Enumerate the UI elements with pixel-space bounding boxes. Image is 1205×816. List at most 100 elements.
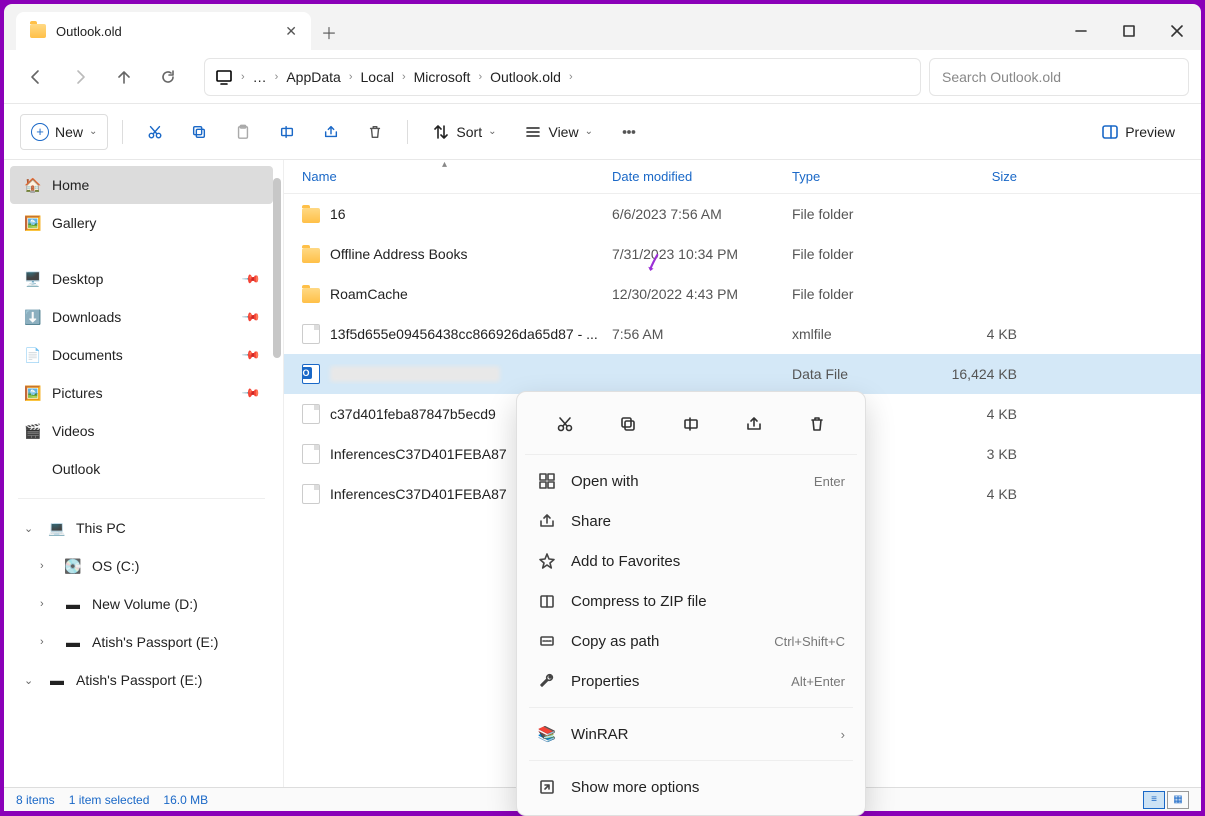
copy-button[interactable] <box>181 114 217 150</box>
sort-button[interactable]: Sort ⌄ <box>422 114 506 150</box>
sidebar-videos[interactable]: 🎬 Videos <box>10 412 273 450</box>
file-row[interactable]: 166/6/2023 7:56 AMFile folder <box>284 194 1201 234</box>
file-row[interactable]: RoamCache12/30/2022 4:43 PMFile folder <box>284 274 1201 314</box>
chevron-down-icon: ⌄ <box>585 126 593 137</box>
sidebar-pictures[interactable]: 🖼️ Pictures 📌 <box>10 374 273 412</box>
sidebar-os-c[interactable]: › 💽 OS (C:) <box>10 547 273 585</box>
sidebar-downloads[interactable]: ⬇️ Downloads 📌 <box>10 298 273 336</box>
ctx-more-options[interactable]: Show more options <box>525 767 857 807</box>
copy-path-icon <box>537 632 557 650</box>
close-icon[interactable]: ✕ <box>285 23 297 40</box>
col-size[interactable]: Size <box>937 169 1027 184</box>
breadcrumb-microsoft[interactable]: Microsoft <box>414 69 471 85</box>
up-button[interactable] <box>104 59 144 95</box>
videos-icon: 🎬 <box>24 422 42 440</box>
breadcrumb-more[interactable]: … <box>253 69 267 85</box>
search-input[interactable]: Search Outlook.old <box>929 58 1189 96</box>
details-view-button[interactable]: ≡ <box>1143 791 1165 809</box>
back-button[interactable] <box>16 59 56 95</box>
sidebar-atish-e-2[interactable]: ⌄ ▬ Atish's Passport (E:) <box>10 661 273 699</box>
chevron-right-icon: › <box>40 636 54 648</box>
desktop-icon: 🖥️ <box>24 270 42 288</box>
file-name: InferencesC37D401FEBA87 <box>330 486 507 502</box>
new-button[interactable]: + New ⌄ <box>20 114 108 150</box>
view-button[interactable]: View ⌄ <box>514 114 602 150</box>
breadcrumb-local[interactable]: Local <box>361 69 394 85</box>
close-window-button[interactable] <box>1153 12 1201 50</box>
folder-icon <box>30 24 46 38</box>
pin-icon: 📌 <box>241 269 261 289</box>
ctx-share-button[interactable] <box>734 406 774 442</box>
sidebar-thispc[interactable]: ⌄ 💻 This PC <box>10 509 273 547</box>
ctx-open-with[interactable]: Open with Enter <box>525 461 857 501</box>
ctx-rename-button[interactable] <box>671 406 711 442</box>
col-type[interactable]: Type <box>792 169 937 184</box>
sidebar-desktop[interactable]: 🖥️ Desktop 📌 <box>10 260 273 298</box>
status-items: 8 items <box>16 793 55 807</box>
ctx-properties[interactable]: Properties Alt+Enter <box>525 661 857 701</box>
context-menu: Open with Enter Share Add to Favorites C… <box>516 391 866 816</box>
icons-view-button[interactable]: ▦ <box>1167 791 1189 809</box>
sidebar-outlook[interactable]: Outlook <box>10 450 273 488</box>
ctx-cut-button[interactable] <box>545 406 585 442</box>
file-name: RoamCache <box>330 286 408 302</box>
file-date: 7/31/2023 10:34 PM <box>612 246 792 262</box>
scrollbar-thumb[interactable] <box>273 178 281 358</box>
sidebar-gallery[interactable]: 🖼️ Gallery <box>10 204 273 242</box>
delete-button[interactable] <box>357 114 393 150</box>
refresh-button[interactable] <box>148 59 188 95</box>
address-bar[interactable]: › … › AppData › Local › Microsoft › Outl… <box>204 58 921 96</box>
wrench-icon <box>537 672 557 690</box>
file-name: InferencesC37D401FEBA87 <box>330 446 507 462</box>
drive-icon: ▬ <box>48 671 66 689</box>
forward-button[interactable] <box>60 59 100 95</box>
plus-icon: + <box>31 123 49 141</box>
sidebar-documents[interactable]: 📄 Documents 📌 <box>10 336 273 374</box>
new-tab-button[interactable]: ＋ <box>311 14 347 50</box>
view-icon <box>524 123 542 141</box>
more-button[interactable] <box>611 114 647 150</box>
file-row[interactable]: Offline Address Books7/31/2023 10:34 PMF… <box>284 234 1201 274</box>
sidebar-home[interactable]: 🏠 Home <box>10 166 273 204</box>
tab-outlook-old[interactable]: Outlook.old ✕ <box>16 12 311 50</box>
file-row[interactable]: 13f5d655e09456438cc866926da65d87 - ...7:… <box>284 314 1201 354</box>
ctx-winrar[interactable]: 📚 WinRAR › <box>525 714 857 754</box>
ctx-copy-path[interactable]: Copy as path Ctrl+Shift+C <box>525 621 857 661</box>
rename-button[interactable] <box>269 114 305 150</box>
breadcrumb-outlook-old[interactable]: Outlook.old <box>490 69 561 85</box>
ctx-delete-button[interactable] <box>797 406 837 442</box>
share-icon <box>537 512 557 530</box>
file-date: 7:56 AM <box>612 326 792 342</box>
window-controls <box>1057 12 1201 50</box>
share-button[interactable] <box>313 114 349 150</box>
sort-icon <box>432 123 450 141</box>
col-date[interactable]: Date modified <box>612 169 792 184</box>
col-name[interactable]: Name <box>302 169 612 184</box>
file-date: 6/6/2023 7:56 AM <box>612 206 792 222</box>
star-icon <box>537 552 557 570</box>
ctx-share[interactable]: Share <box>525 501 857 541</box>
ctx-zip[interactable]: Compress to ZIP file <box>525 581 857 621</box>
tab-title: Outlook.old <box>56 24 275 39</box>
status-size: 16.0 MB <box>163 793 208 807</box>
gallery-icon: 🖼️ <box>24 214 42 232</box>
file-size: 4 KB <box>937 406 1027 422</box>
sidebar-newvol-d[interactable]: › ▬ New Volume (D:) <box>10 585 273 623</box>
zip-icon <box>537 592 557 610</box>
file-row[interactable]: Data File16,424 KB <box>284 354 1201 394</box>
breadcrumb-appdata[interactable]: AppData <box>286 69 340 85</box>
sidebar-atish-e[interactable]: › ▬ Atish's Passport (E:) <box>10 623 273 661</box>
ctx-copy-button[interactable] <box>608 406 648 442</box>
ctx-favorites[interactable]: Add to Favorites <box>525 541 857 581</box>
pin-icon: 📌 <box>241 383 261 403</box>
pictures-icon: 🖼️ <box>24 384 42 402</box>
drive-icon: ▬ <box>64 633 82 651</box>
documents-icon: 📄 <box>24 346 42 364</box>
paste-button[interactable] <box>225 114 261 150</box>
cut-button[interactable] <box>137 114 173 150</box>
open-with-icon <box>537 472 557 490</box>
minimize-button[interactable] <box>1057 12 1105 50</box>
chevron-right-icon: › <box>841 727 845 742</box>
preview-button[interactable]: Preview <box>1091 114 1185 150</box>
maximize-button[interactable] <box>1105 12 1153 50</box>
